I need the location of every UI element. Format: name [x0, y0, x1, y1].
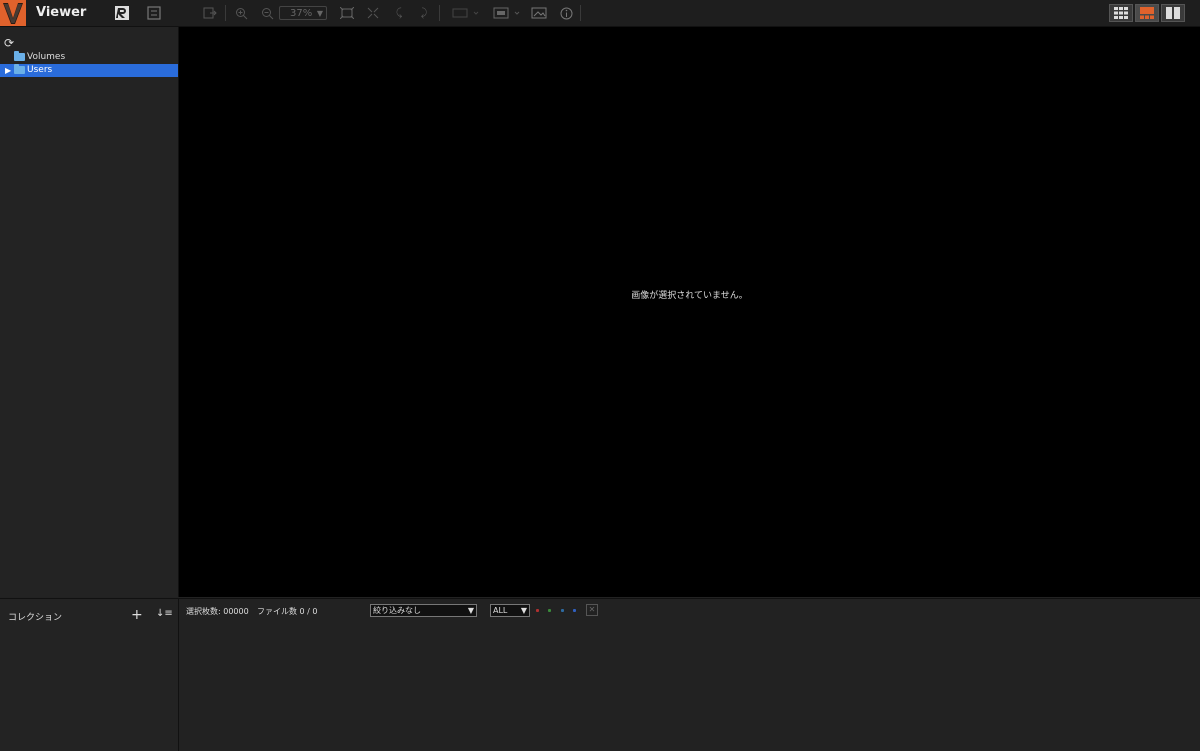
fit-window-icon: [340, 7, 354, 19]
toolbar-separator: [225, 5, 226, 21]
compare-view-button[interactable]: [451, 4, 481, 22]
selected-count: 選択枚数: 00000: [186, 607, 249, 616]
add-collection-button[interactable]: +: [131, 607, 143, 623]
grid-icon: [1114, 7, 1128, 19]
chevron-down-icon: ▼: [467, 606, 474, 615]
zoom-value: 37%: [290, 8, 313, 19]
plus-icon: +: [131, 607, 143, 623]
collection-title: コレクション: [8, 613, 63, 623]
filter-bar: 選択枚数: 00000 ファイル数 0 / 0 絞り込みなし ▼ ALL ▼ ✕: [179, 598, 1200, 624]
compare-icon: [452, 8, 479, 18]
sort-collection-button[interactable]: ↓≡: [156, 608, 173, 619]
disclosure-triangle-icon[interactable]: ▶: [5, 64, 11, 77]
export-mode-icon: [147, 6, 161, 20]
tree-item-volumes[interactable]: Volumes: [0, 51, 178, 64]
image-icon: [531, 7, 547, 19]
zoom-select[interactable]: 37% ▼: [279, 6, 327, 20]
folder-icon: [14, 64, 25, 74]
empty-viewer-message: 画像が選択されていません。: [631, 291, 748, 301]
color-label-blue[interactable]: [573, 609, 576, 612]
zoom-out-button[interactable]: [259, 4, 275, 22]
r-mode-icon: [115, 6, 129, 20]
close-icon: ✕: [588, 605, 596, 614]
info-icon: [560, 7, 572, 19]
toolbar-separator: [439, 5, 440, 21]
split-layout-button[interactable]: [1161, 4, 1185, 22]
grid-layout-button[interactable]: [1109, 4, 1133, 22]
filter-value: 絞り込みなし: [373, 606, 421, 615]
display-mode-icon: [493, 7, 520, 19]
filter-select[interactable]: 絞り込みなし ▼: [370, 604, 477, 617]
chevron-down-icon: ▼: [520, 606, 527, 615]
thumbnail-area[interactable]: [179, 623, 1200, 750]
color-label-teal[interactable]: [561, 609, 564, 612]
app-logo-icon: [3, 3, 23, 24]
rating-select[interactable]: ALL ▼: [490, 604, 530, 617]
viewer-layout-button[interactable]: [1135, 4, 1159, 22]
export-icon: [203, 7, 217, 19]
export-mode-button[interactable]: [146, 4, 162, 22]
sort-icon: ↓≡: [156, 608, 173, 619]
display-mode-button[interactable]: [492, 4, 522, 22]
r-mode-button[interactable]: [114, 4, 130, 22]
image-viewer[interactable]: 画像が選択されていません。: [179, 27, 1200, 597]
zoom-in-button[interactable]: [233, 4, 249, 22]
actual-size-button[interactable]: [365, 4, 381, 22]
viewer-layout-icon: [1140, 7, 1154, 19]
chevron-down-icon: ▼: [316, 9, 323, 18]
tree-item-label: Volumes: [27, 52, 66, 62]
file-count: ファイル数 0 / 0: [257, 607, 318, 616]
collection-panel: コレクション + ↓≡: [0, 598, 179, 751]
clear-filter-button[interactable]: ✕: [586, 604, 598, 616]
rating-value: ALL: [493, 606, 508, 615]
color-label-red[interactable]: [536, 609, 539, 612]
image-info-button[interactable]: [530, 4, 548, 22]
zoom-in-icon: [235, 7, 247, 19]
folder-icon: [14, 51, 25, 61]
tree-item-users[interactable]: ▶ Users: [0, 64, 178, 77]
tree-item-label: Users: [27, 65, 53, 75]
export-button[interactable]: [201, 4, 219, 22]
main-toolbar: Viewer 37% ▼ ⤹ ⤸: [0, 0, 1200, 27]
zoom-out-icon: [261, 7, 273, 19]
app-title: Viewer: [36, 5, 87, 20]
color-label-green[interactable]: [548, 609, 551, 612]
folder-sidebar: ⟳ Volumes ▶ Users: [0, 27, 179, 597]
split-view-icon: [1166, 7, 1180, 19]
rotate-right-button[interactable]: ⤸: [418, 4, 430, 22]
shrink-icon: [367, 7, 379, 19]
rotate-right-icon: ⤸: [420, 6, 428, 19]
fit-to-window-button[interactable]: [339, 4, 355, 22]
info-button[interactable]: [558, 4, 574, 22]
toolbar-separator: [580, 5, 581, 21]
rotate-left-icon: ⤹: [395, 6, 403, 19]
app-logo: [0, 0, 26, 26]
refresh-icon[interactable]: ⟳: [4, 36, 14, 50]
rotate-left-button[interactable]: ⤹: [393, 4, 405, 22]
